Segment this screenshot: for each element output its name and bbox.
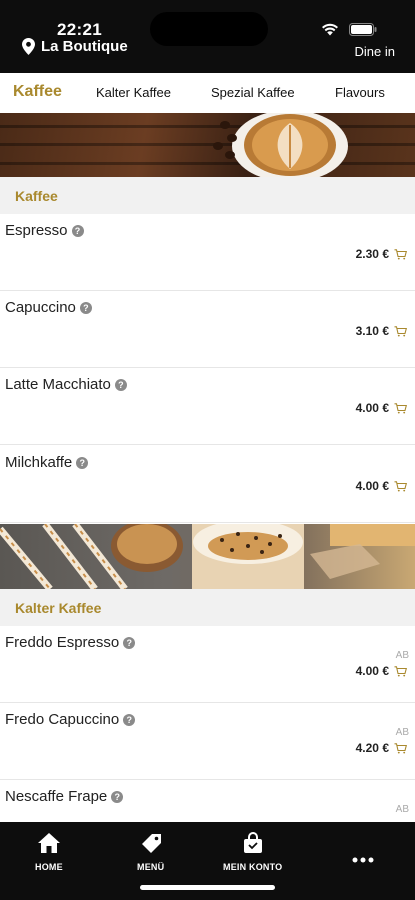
cart-icon[interactable] bbox=[394, 742, 407, 754]
home-indicator bbox=[140, 885, 275, 890]
battery-icon bbox=[349, 23, 377, 41]
item-price: 4.00 € bbox=[355, 479, 389, 493]
nav-account[interactable]: MEIN KONTO bbox=[223, 832, 282, 872]
menu-item[interactable]: Espresso? 2.30 € bbox=[0, 214, 415, 291]
cart-icon[interactable] bbox=[394, 402, 407, 414]
dynamic-island bbox=[150, 12, 268, 46]
location-selector[interactable]: La Boutique bbox=[22, 38, 128, 55]
cart-icon[interactable] bbox=[394, 665, 407, 677]
question-icon[interactable]: ? bbox=[123, 713, 136, 726]
cart-icon[interactable] bbox=[394, 480, 407, 492]
item-price: 2.30 € bbox=[355, 247, 389, 261]
section-title: Kalter Kaffee bbox=[15, 600, 102, 616]
wifi-icon bbox=[321, 23, 339, 41]
status-icons bbox=[321, 23, 377, 41]
tab-kalter-kaffee[interactable]: Kalter Kaffee bbox=[96, 85, 171, 100]
bag-icon bbox=[241, 832, 265, 859]
location-name: La Boutique bbox=[41, 38, 128, 55]
status-time: 22:21 bbox=[57, 20, 102, 39]
kaffee-banner-image bbox=[0, 113, 415, 177]
question-icon[interactable]: ? bbox=[123, 636, 136, 649]
section-title: Kaffee bbox=[15, 188, 58, 204]
cart-icon[interactable] bbox=[394, 325, 407, 337]
item-price: 4.00 € bbox=[355, 401, 389, 415]
nav-label: MENÜ bbox=[137, 862, 165, 872]
category-tabs: Kaffee Kalter Kaffee Spezial Kaffee Flav… bbox=[0, 73, 415, 113]
question-icon[interactable]: ? bbox=[111, 790, 124, 803]
tab-kaffee[interactable]: Kaffee bbox=[13, 83, 62, 101]
item-name: Freddo Espresso bbox=[5, 634, 120, 651]
item-price: 4.20 € bbox=[355, 741, 389, 755]
item-name: Fredo Capuccino bbox=[5, 711, 120, 728]
location-pin-icon bbox=[22, 38, 35, 55]
tab-spezial-kaffee[interactable]: Spezial Kaffee bbox=[211, 85, 295, 100]
price-prefix: AB bbox=[395, 804, 409, 815]
price-prefix: AB bbox=[395, 650, 409, 661]
cart-icon[interactable] bbox=[394, 248, 407, 260]
menu-item[interactable]: Milchkaffe? 4.00 € bbox=[0, 446, 415, 523]
nav-home[interactable]: HOME bbox=[35, 832, 63, 872]
item-name: Capuccino bbox=[5, 299, 76, 316]
kalter-kaffee-banner-image bbox=[0, 524, 415, 589]
price-prefix: AB bbox=[395, 727, 409, 738]
question-icon[interactable]: ? bbox=[76, 456, 89, 469]
item-name: Nescaffe Frape bbox=[5, 788, 108, 805]
item-name: Espresso bbox=[5, 222, 68, 239]
nav-label: HOME bbox=[35, 862, 63, 872]
menu-item[interactable]: Freddo Espresso? AB 4.00 € bbox=[0, 626, 415, 703]
menu-item[interactable]: Latte Macchiato? 4.00 € bbox=[0, 368, 415, 445]
question-icon[interactable]: ? bbox=[114, 378, 127, 391]
nav-label: MEIN KONTO bbox=[223, 862, 283, 872]
section-header-kalter-kaffee: Kalter Kaffee bbox=[0, 589, 415, 626]
item-name: Latte Macchiato bbox=[5, 376, 111, 393]
home-icon bbox=[37, 832, 61, 859]
tag-icon bbox=[139, 832, 163, 859]
nav-more[interactable] bbox=[352, 850, 374, 868]
question-icon[interactable]: ? bbox=[71, 224, 84, 237]
item-name: Milchkaffe bbox=[5, 454, 73, 471]
menu-item[interactable]: Fredo Capuccino? AB 4.20 € bbox=[0, 703, 415, 780]
item-price: 4.00 € bbox=[355, 664, 389, 678]
dine-in-mode[interactable]: Dine in bbox=[355, 44, 395, 59]
section-header-kaffee: Kaffee bbox=[0, 177, 415, 214]
tab-flavours[interactable]: Flavours bbox=[335, 85, 385, 100]
more-icon bbox=[352, 850, 374, 868]
nav-menu[interactable]: MENÜ bbox=[137, 832, 164, 872]
question-icon[interactable]: ? bbox=[79, 301, 92, 314]
item-price: 3.10 € bbox=[355, 324, 389, 338]
menu-item[interactable]: Capuccino? 3.10 € bbox=[0, 291, 415, 368]
app-header: 22:21 La Boutique Dine in bbox=[0, 0, 415, 73]
